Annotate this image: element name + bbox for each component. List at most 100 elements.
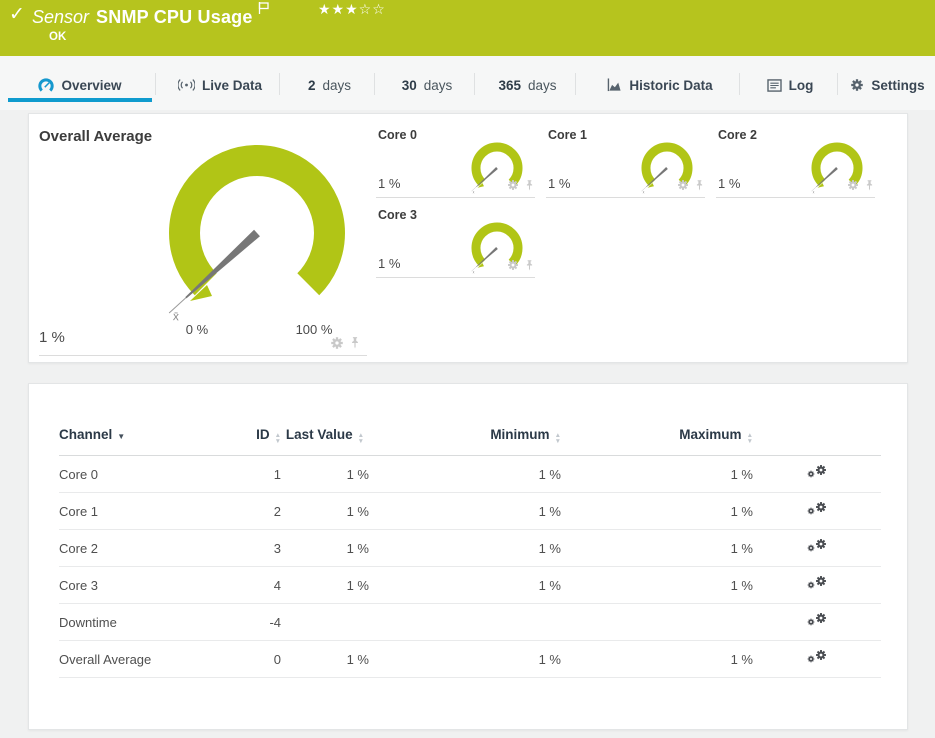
column-header-max[interactable]: Maximum ▲ ▼ (561, 420, 753, 457)
gauge-settings-gear-icon[interactable] (507, 259, 519, 271)
tab-label: Log (788, 77, 814, 93)
channels-panel: Channel ▼ ID ▲ ▼ Last Value ▲ ▼ Minimum ▲ ▼ Maximum… (28, 383, 908, 730)
tab-separator (837, 73, 838, 95)
cell-last-value (281, 603, 369, 642)
core-gauge-core-1: Core 1 x̄ 1 % (546, 126, 705, 206)
cell-channel[interactable]: Core 1 (59, 492, 209, 531)
tab-live-data[interactable]: Live Data (158, 56, 282, 110)
status-badge: OK (49, 31, 67, 43)
cell-id: 3 (209, 529, 281, 568)
column-header-min[interactable]: Minimum ▲ ▼ (369, 420, 561, 457)
status-ok-check-icon: ✓ (9, 4, 25, 25)
cell-maximum: 1 % (561, 492, 753, 531)
tab-label: days (322, 77, 352, 93)
cell-maximum: 1 % (561, 529, 753, 568)
tab-number: 30 (401, 77, 417, 93)
cell-channel[interactable]: Core 3 (59, 566, 209, 605)
tab-label: Historic Data (629, 77, 713, 93)
gauge-pin-icon[interactable] (695, 179, 704, 191)
tab-number: 2 (307, 77, 316, 93)
table-row-overall-average: Overall Average 0 1 % 1 % 1 % (59, 640, 881, 679)
tab-label: Overview (61, 77, 122, 93)
gauge-pin-icon[interactable] (525, 259, 534, 271)
cell-minimum (369, 603, 561, 642)
cell-last-value: 1 % (281, 566, 369, 605)
core-gauges: Core 0 x̄ 1 % Core 1 x̄ 1 % Core 2 x̄ 1 … (376, 126, 888, 286)
cell-maximum (561, 603, 753, 642)
historic-icon (607, 78, 622, 92)
overall-average-gauge: x̄ (157, 133, 357, 333)
column-header-id[interactable]: ID ▲ ▼ (209, 420, 281, 457)
cell-maximum: 1 % (561, 566, 753, 605)
cell-channel[interactable]: Overall Average (59, 640, 209, 679)
channel-settings-gears-icon[interactable] (807, 501, 827, 518)
cell-id: 4 (209, 566, 281, 605)
table-row-core-2: Core 231 % 1 % 1 % (59, 529, 881, 568)
table-row-downtime: Downtime -4 (59, 603, 881, 642)
core-gauge-label: Core 2 (718, 128, 757, 142)
tab-overview[interactable]: Overview (8, 56, 152, 110)
core-gauge-core-0: Core 0 x̄ 1 % (376, 126, 535, 206)
cell-last-value: 1 % (281, 529, 369, 568)
sort-icon: ▲ ▼ (746, 432, 753, 446)
table-row-core-0: Core 011 % 1 % 1 % (59, 455, 881, 494)
column-header-actions (753, 420, 881, 457)
channel-settings-gears-icon[interactable] (807, 538, 827, 555)
gauge-pin-icon[interactable] (865, 179, 874, 191)
stars-empty: ☆☆ (358, 1, 386, 17)
tab-days-2[interactable]: 2 days (282, 56, 377, 110)
sort-desc-icon: ▼ (117, 432, 126, 441)
cell-last-value: 1 % (281, 492, 369, 531)
gauge-settings-gear-icon[interactable] (847, 179, 859, 191)
core-gauge-label: Core 0 (378, 128, 417, 142)
tab-days-365[interactable]: 365 days (477, 56, 578, 110)
tab-historic-data[interactable]: Historic Data (578, 56, 742, 110)
gauge-max-label: 100 % (295, 322, 333, 337)
priority-stars[interactable]: ★★★☆☆ (318, 1, 386, 18)
channel-settings-gears-icon[interactable] (807, 612, 827, 629)
live-icon (177, 78, 195, 92)
tab-label: days (528, 77, 557, 93)
channel-settings-gears-icon[interactable] (807, 575, 827, 592)
cell-last-value: 1 % (281, 640, 369, 679)
core-gauge-value: 1 % (378, 176, 401, 191)
log-icon (766, 78, 782, 92)
cell-channel[interactable]: Downtime (59, 603, 209, 642)
channels-table: Channel ▼ ID ▲ ▼ Last Value ▲ ▼ Minimum ▲ ▼ Maximum… (59, 420, 881, 679)
cell-id: 1 (209, 455, 281, 494)
sensor-title: SNMP CPU Usage (96, 7, 253, 27)
svg-text:x̄: x̄ (642, 190, 644, 194)
cell-id: 0 (209, 640, 281, 679)
core-gauge-core-2: Core 2 x̄ 1 % (716, 126, 875, 206)
tab-log[interactable]: Log (742, 56, 838, 110)
cell-minimum: 1 % (369, 455, 561, 494)
cell-channel[interactable]: Core 2 (59, 529, 209, 568)
cell-minimum: 1 % (369, 529, 561, 568)
channel-settings-gears-icon[interactable] (807, 649, 827, 666)
gauge-pin-icon[interactable] (350, 337, 360, 349)
cell-channel[interactable]: Core 0 (59, 455, 209, 494)
tab-label: Live Data (201, 77, 263, 93)
column-header-channel[interactable]: Channel ▼ (59, 420, 209, 457)
gauge-settings-gear-icon[interactable] (677, 179, 689, 191)
gauge-pin-icon[interactable] (525, 179, 534, 191)
tab-days-30[interactable]: 30 days (377, 56, 477, 110)
core-gauge-value: 1 % (378, 256, 401, 271)
gauge-settings-gear-icon[interactable] (507, 179, 519, 191)
gauge-settings-gear-icon[interactable] (330, 336, 344, 350)
tab-label: days (423, 77, 453, 93)
tab-label: Settings (871, 77, 925, 93)
gear-icon (850, 78, 864, 92)
gauge-divider (39, 355, 367, 356)
svg-text:x̄: x̄ (812, 190, 814, 194)
tab-settings[interactable]: Settings (840, 56, 935, 110)
channel-settings-gears-icon[interactable] (807, 464, 827, 481)
core-gauge-label: Core 3 (378, 208, 417, 222)
stars-filled: ★★★ (318, 1, 359, 17)
cell-minimum: 1 % (369, 492, 561, 531)
cell-maximum: 1 % (561, 640, 753, 679)
prtg-sensor-page: ✓ Sensor SNMP CPU Usage ★★★☆☆ OK Overview… (0, 0, 935, 738)
gauges-panel: Overall Average x̄ 0 % 100 % 1 % Core 0 … (28, 113, 908, 363)
flag-icon[interactable] (258, 2, 269, 14)
column-header-last[interactable]: Last Value ▲ ▼ (281, 420, 369, 457)
